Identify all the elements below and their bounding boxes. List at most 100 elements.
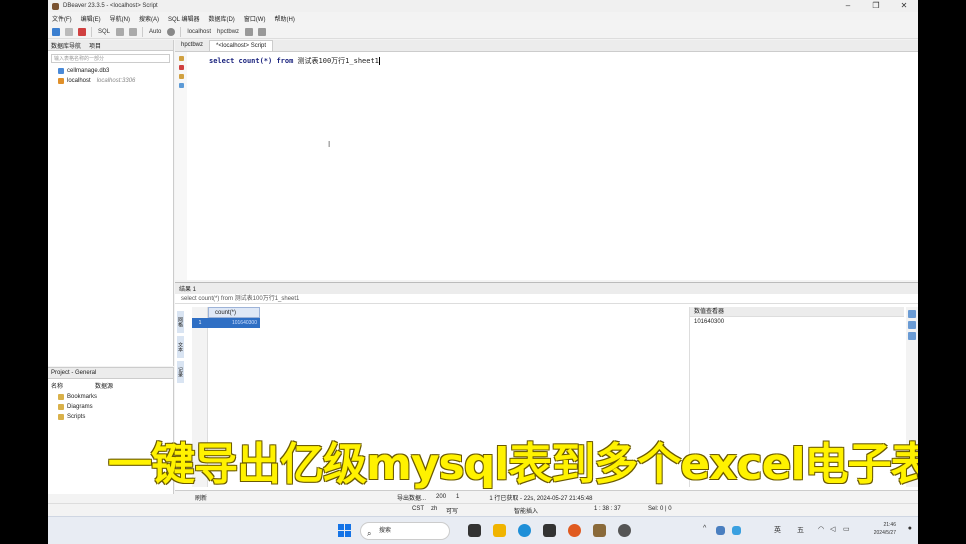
project-item-scripts[interactable]: Scripts <box>48 412 173 422</box>
active-datasource-selector[interactable]: localhost <box>187 29 211 35</box>
explain-plan-icon[interactable] <box>178 83 184 88</box>
menu-file[interactable]: 文件(F) <box>52 14 72 23</box>
tab-localhost-script[interactable]: *<localhost> Script <box>209 40 274 51</box>
tray-app-icon[interactable] <box>732 526 741 535</box>
search-icon: ⌕ <box>367 529 372 538</box>
mouse-cursor-icon: I <box>328 140 331 149</box>
locale-label: zh <box>431 506 438 512</box>
search-placeholder: 搜索 <box>379 528 392 534</box>
project-title[interactable]: Project - General <box>51 370 96 376</box>
refresh-button[interactable]: 刷新 <box>195 493 207 502</box>
active-schema-selector[interactable]: hpctbwz <box>217 29 239 35</box>
cursor-position-label: 1 : 38 : 37 <box>594 506 621 512</box>
sqlite-db-icon <box>58 68 64 74</box>
navigator-filter-input[interactable]: 输入表格名称的一部分 <box>51 54 170 63</box>
execute-statement-icon[interactable] <box>178 56 184 61</box>
commit-icon[interactable] <box>116 27 125 36</box>
sql-editor-button[interactable]: SQL <box>98 29 110 35</box>
clock-time: 21:46 <box>883 522 896 528</box>
ime-mode-indicator[interactable]: 五 <box>797 525 804 535</box>
view-text-tab[interactable]: 文本 <box>177 336 184 358</box>
tab-results-1[interactable]: 结果 1 <box>179 284 196 293</box>
ime-indicator[interactable]: 英 <box>774 525 781 535</box>
menu-navigate[interactable]: 导航(N) <box>110 14 130 23</box>
main-toolbar: SQL Auto localhost hpctbwz <box>48 25 918 39</box>
view-record-tab[interactable]: 记录 <box>177 361 184 383</box>
fetch-size-input[interactable]: 200 <box>436 494 446 500</box>
tray-app-icon[interactable] <box>716 526 725 535</box>
menu-sql-editor[interactable]: SQL 编辑器 <box>168 14 199 23</box>
tab-database-navigator[interactable]: 数据库导航 <box>51 41 81 50</box>
tab-hpctbwz[interactable]: hpctbwz <box>175 40 209 51</box>
view-grid-tab[interactable]: 网格 <box>177 311 184 333</box>
value-viewer-content[interactable]: 101640300 <box>690 317 904 327</box>
menu-window[interactable]: 窗口(W) <box>244 14 266 23</box>
project-item-bookmarks[interactable]: Bookmarks <box>48 392 173 402</box>
maximize-button[interactable]: ❐ <box>862 0 890 12</box>
project-item-diagrams[interactable]: Diagrams <box>48 402 173 412</box>
project-item-label: Scripts <box>67 414 86 420</box>
store-icon[interactable] <box>543 524 556 537</box>
folder-icon <box>58 404 64 410</box>
transaction-mode-button[interactable]: Auto <box>149 29 161 35</box>
stop-icon[interactable] <box>178 65 184 70</box>
volume-icon[interactable]: ◁ <box>830 525 835 533</box>
value-viewer-tab[interactable]: 数值查看器 <box>690 307 904 317</box>
column-header-count[interactable]: count(*) <box>208 307 260 318</box>
taskbar-clock[interactable]: 21:46 2024/5/27 <box>874 521 896 537</box>
results-status-bar: 刷新 导出数据... 200 1 1 行已获取 - 22s, 2024-05-2… <box>175 490 918 503</box>
menu-edit[interactable]: 编辑(E) <box>81 14 101 23</box>
notification-icon[interactable]: ● <box>908 525 912 532</box>
panel-toggle-icon[interactable] <box>908 332 916 340</box>
disconnect-icon[interactable] <box>65 27 73 36</box>
folder-icon <box>58 394 64 400</box>
menu-bar: 文件(F) 编辑(E) 导航(N) 搜索(A) SQL 编辑器 数据库(D) 窗… <box>48 12 918 24</box>
search-icon[interactable] <box>258 27 267 36</box>
menu-database[interactable]: 数据库(D) <box>208 14 234 23</box>
panel-toggle-icon[interactable] <box>908 321 916 329</box>
menu-search[interactable]: 搜索(A) <box>139 14 159 23</box>
tab-projects[interactable]: 项目 <box>89 41 101 50</box>
row-number[interactable]: 1 <box>192 318 208 328</box>
task-view-icon[interactable] <box>468 524 481 537</box>
wifi-icon[interactable]: ◠ <box>818 525 824 533</box>
new-connection-icon[interactable] <box>52 27 60 36</box>
recorder-icon[interactable] <box>618 524 631 537</box>
rollback-icon[interactable] <box>129 27 138 36</box>
export-data-button[interactable]: 导出数据... <box>397 493 426 502</box>
title-bar: DBeaver 23.3.5 - <localhost> Script – ❐ … <box>48 0 918 12</box>
battery-icon[interactable]: ▭ <box>843 525 850 533</box>
menu-help[interactable]: 帮助(H) <box>274 14 294 23</box>
clock-date: 2024/5/27 <box>873 530 896 536</box>
text-caret <box>378 57 380 65</box>
clock-icon[interactable] <box>167 27 176 36</box>
home-icon[interactable] <box>245 27 254 36</box>
video-caption: 一键导出亿级mysql表到多个excel电子表 <box>108 439 918 490</box>
taskbar-search-input[interactable]: ⌕ 搜索 <box>360 522 450 540</box>
invalidate-icon[interactable] <box>78 27 86 36</box>
sql-editor: hpctbwz *<localhost> Script select count… <box>175 40 918 280</box>
execute-script-icon[interactable] <box>178 74 184 79</box>
code-table-name: 测试表100万行1_sheet1 <box>297 57 379 65</box>
code-keyword-from: from <box>276 57 294 65</box>
editor-side-toolbar <box>175 52 187 280</box>
close-button[interactable]: ✕ <box>890 0 918 12</box>
tree-item-label: localhost <box>67 78 91 84</box>
tree-item-cellmanage[interactable]: cellmanage.db3 <box>48 66 173 76</box>
project-columns: 名称 数据源 <box>48 379 173 392</box>
minimize-button[interactable]: – <box>834 0 862 12</box>
dbeaver-taskbar-icon[interactable] <box>593 524 606 537</box>
edge-browser-icon[interactable] <box>518 524 531 537</box>
tray-chevron-icon[interactable]: ^ <box>703 525 706 532</box>
global-status-bar: CST zh 可写 智能插入 1 : 38 : 37 Sel: 0 | 0 <box>48 503 918 515</box>
panel-toggle-icon[interactable] <box>908 310 916 318</box>
insert-mode-label: 智能插入 <box>514 509 539 515</box>
col-name: 名称 <box>51 384 64 390</box>
app-icon[interactable] <box>568 524 581 537</box>
start-button-icon[interactable] <box>338 524 351 537</box>
tree-item-localhost[interactable]: localhost localhost:3306 <box>48 76 173 86</box>
results-filter-bar[interactable]: select count(*) from 测试表100万行1_sheet1 <box>175 294 918 304</box>
grid-cell-count[interactable]: 101640300 <box>208 318 260 328</box>
sql-code-line[interactable]: select count(*) from 测试表100万行1_sheet1 <box>209 56 380 66</box>
file-explorer-icon[interactable] <box>493 524 506 537</box>
